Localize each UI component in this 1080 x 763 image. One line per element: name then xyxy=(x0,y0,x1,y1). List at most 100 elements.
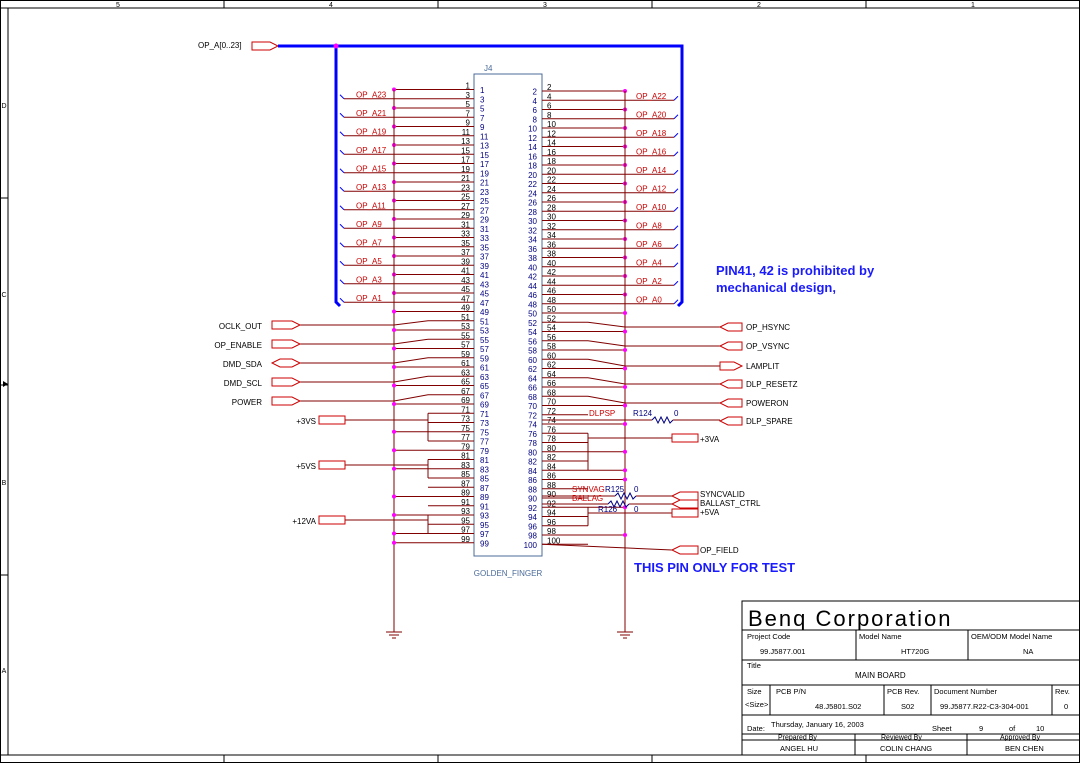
row-letter: B xyxy=(2,480,7,487)
bus-net-label: OP_A9 xyxy=(356,220,382,229)
pin-number-outer: 73 xyxy=(461,415,470,424)
port-5va xyxy=(671,508,699,518)
pin-number-outer: 53 xyxy=(461,322,470,331)
pin-number-inner: 5 xyxy=(480,105,485,114)
pin-number-inner: 54 xyxy=(528,328,537,337)
size-label: Size xyxy=(747,687,762,696)
doc-number: 99.J5877.R22-C3-304-001 xyxy=(940,702,1029,711)
port-label-12va: +12VA xyxy=(292,517,316,526)
note-pin41-line2: mechanical design, xyxy=(716,280,836,295)
junction-dot xyxy=(623,477,627,482)
pin-number-inner: 88 xyxy=(528,485,537,494)
pin-number-inner: 2 xyxy=(533,88,538,97)
pin-number-inner: 60 xyxy=(528,356,537,365)
pin-number-inner: 13 xyxy=(480,142,489,151)
pin-number-inner: 55 xyxy=(480,336,489,345)
port-5vs xyxy=(318,460,346,470)
pin-number-outer: 57 xyxy=(461,341,470,350)
pin-number-outer: 97 xyxy=(461,526,470,535)
pin-number-inner: 83 xyxy=(480,465,489,474)
pin-number-inner: 27 xyxy=(480,206,489,215)
pin-number-outer: 88 xyxy=(547,481,556,490)
pin-number-outer: 90 xyxy=(547,490,556,499)
pin-number-outer: 99 xyxy=(461,535,470,544)
signal-wire xyxy=(393,338,429,345)
rev-value: 0 xyxy=(1064,702,1068,711)
project-code: 99.J5877.001 xyxy=(760,647,805,656)
port-label-5vs: +5VS xyxy=(296,462,316,471)
port-dlp-spare xyxy=(718,416,743,426)
port-ballast-ctrl xyxy=(670,499,699,509)
junction-dot xyxy=(392,513,396,517)
resistor-r124 xyxy=(651,415,674,425)
port-op-vsync xyxy=(718,341,743,351)
ground-icon xyxy=(617,620,633,639)
port-dlp-resetz xyxy=(718,379,743,389)
bus-net-label: OP_A11 xyxy=(356,201,386,210)
pin-number-outer: 25 xyxy=(461,193,470,202)
bus-net-label: OP_A13 xyxy=(356,183,387,192)
port-label-dlp-resetz: DLP_RESETZ xyxy=(746,380,798,389)
resistor-value-r124: 0 xyxy=(674,409,679,418)
pin-number-inner: 52 xyxy=(528,319,537,328)
pin-number-inner: 73 xyxy=(480,419,489,428)
signal-wire xyxy=(587,395,626,404)
pin-number-outer: 37 xyxy=(461,248,470,257)
connector-footprint: GOLDEN_FINGER xyxy=(474,569,543,578)
pin-number-inner: 96 xyxy=(528,522,537,531)
pin-number-inner: 94 xyxy=(528,513,537,522)
bus-entry xyxy=(339,186,345,192)
date-value: Thursday, January 16, 2003 xyxy=(771,720,864,729)
title-label: Title xyxy=(747,661,761,670)
pin-number-inner: 15 xyxy=(480,151,489,160)
pin-number-inner: 3 xyxy=(480,95,485,104)
bus-port-arrow xyxy=(251,41,280,51)
pin-number-inner: 72 xyxy=(528,411,537,420)
pin-number-inner: 80 xyxy=(528,448,537,457)
company-name: Benq Corporation xyxy=(748,606,952,631)
pin-number-outer: 71 xyxy=(461,405,470,414)
pin-number-inner: 28 xyxy=(528,208,537,217)
pin-number-outer: 22 xyxy=(547,176,556,185)
op-bus-branch xyxy=(334,46,342,308)
pin-number-outer: 31 xyxy=(461,220,470,229)
pcb-pn: 48.J5801.S02 xyxy=(815,702,861,711)
pin-number-inner: 63 xyxy=(480,373,489,382)
junction-dot xyxy=(623,348,627,352)
pin-number-inner: 20 xyxy=(528,171,537,180)
bus-net-label: OP_A16 xyxy=(636,147,667,156)
pin-number-outer: 27 xyxy=(461,202,470,211)
reviewed-by-label: Reviewed By xyxy=(881,735,922,742)
pin-number-outer: 76 xyxy=(547,425,556,434)
pin-number-outer: 24 xyxy=(547,185,556,194)
pin-number-outer: 30 xyxy=(547,213,556,222)
signal-wire xyxy=(393,375,429,383)
pin-number-outer: 82 xyxy=(547,453,556,462)
pin-number-outer: 35 xyxy=(461,239,470,248)
port-label-syncvalid: SYNCVALID xyxy=(700,490,745,499)
pin-number-outer: 77 xyxy=(461,433,470,442)
model-name-label: Model Name xyxy=(859,632,902,641)
pin-number-inner: 76 xyxy=(528,430,537,439)
pin-number-inner: 24 xyxy=(528,189,537,198)
net-label-synvag: SYNVAG xyxy=(572,485,605,494)
pin-number-outer: 36 xyxy=(547,240,556,249)
port-label-5va: +5VA xyxy=(700,508,720,517)
pin-number-outer: 64 xyxy=(547,370,556,379)
pin-number-inner: 11 xyxy=(480,132,489,141)
pin-number-inner: 30 xyxy=(528,217,537,226)
bus-net-label: OP_A19 xyxy=(356,127,387,136)
bus-net-label: OP_A23 xyxy=(356,90,387,99)
pin-number-inner: 37 xyxy=(480,253,489,262)
pin-number-inner: 36 xyxy=(528,245,537,254)
bus-net-label: OP_A14 xyxy=(636,166,667,175)
bus-entry xyxy=(673,95,679,101)
rev-label: Rev. xyxy=(1055,687,1070,696)
port-dmd-scl xyxy=(271,377,302,387)
pin-number-inner: 53 xyxy=(480,327,489,336)
bus-net-label: OP_A18 xyxy=(636,129,667,138)
pin-number-inner: 42 xyxy=(528,273,537,282)
bus-entry xyxy=(673,114,679,120)
prepared-by: ANGEL HU xyxy=(780,744,818,753)
pin-number-outer: 94 xyxy=(547,509,556,518)
